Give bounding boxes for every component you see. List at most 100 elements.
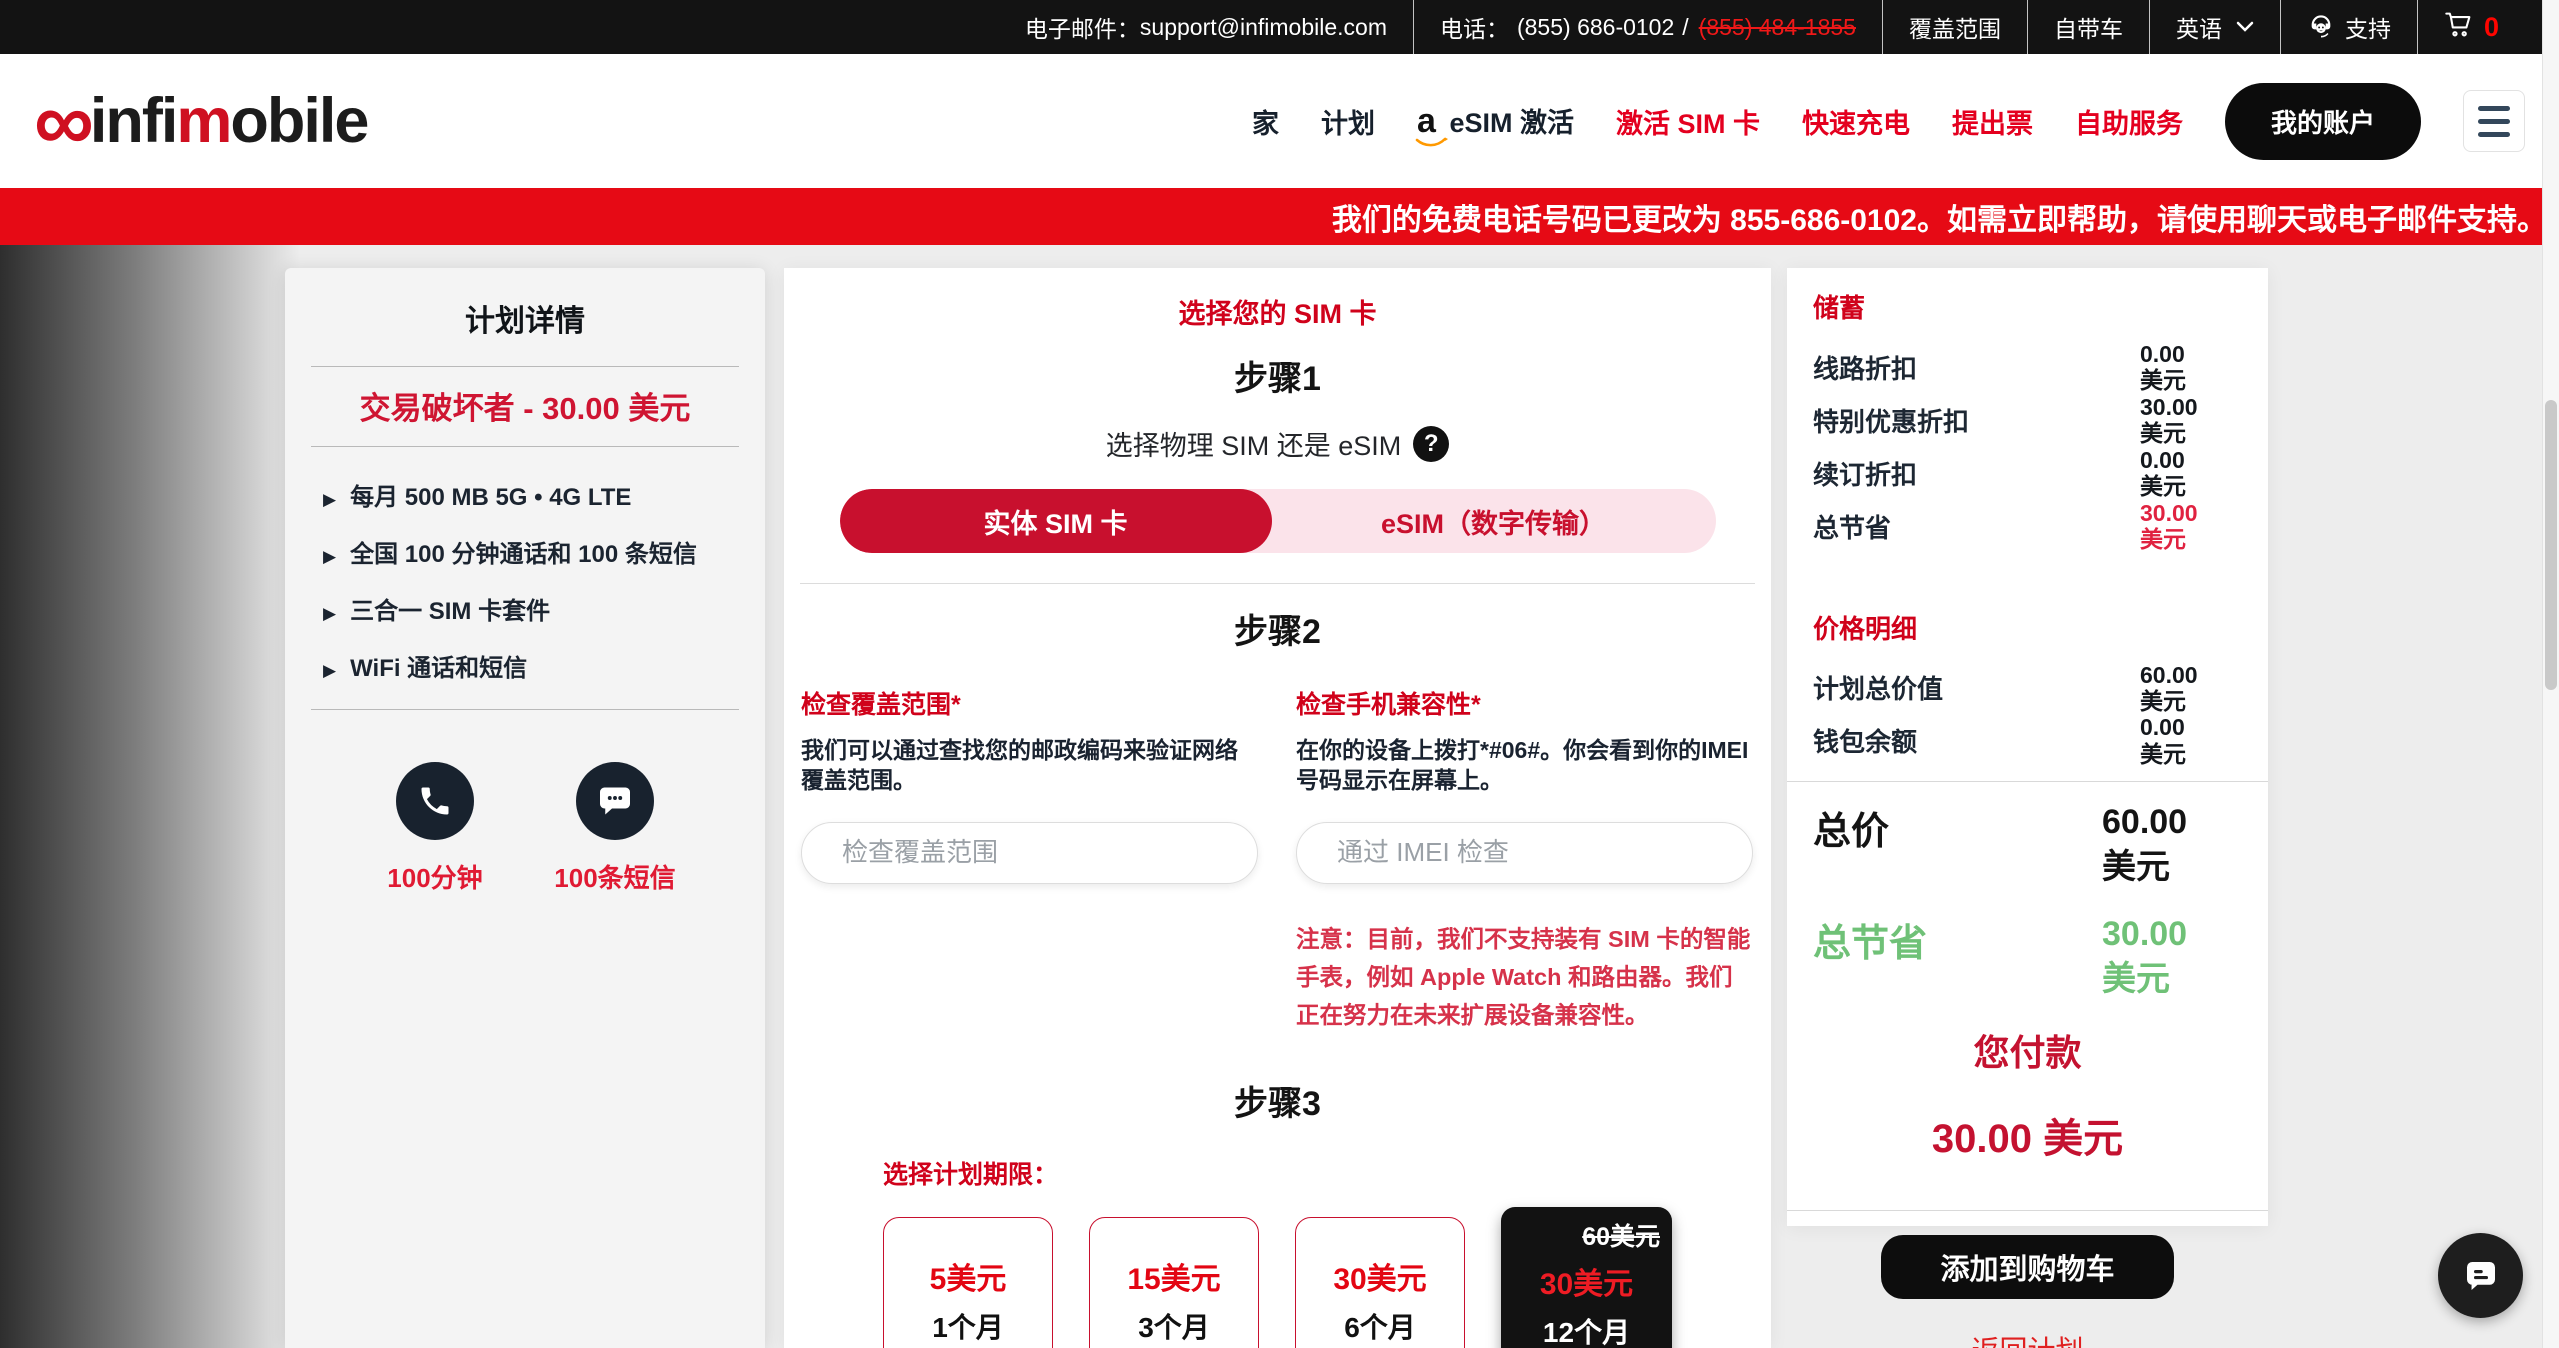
plan-price: 5美元 xyxy=(930,1254,1007,1298)
nav-plans[interactable]: 计划 xyxy=(1321,102,1375,141)
nav-activate-sim[interactable]: 激活 SIM 卡 xyxy=(1616,102,1760,141)
plan-name-price: 交易破坏者 - 30.00 美元 xyxy=(285,383,765,428)
summary-row-total-savings: 总节省 30.00美元 xyxy=(1787,500,2268,553)
divider xyxy=(1787,781,2268,782)
nav-esim-activation[interactable]: a eSIM 激活 xyxy=(1417,101,1574,141)
plan-duration: 12个月 xyxy=(1543,1311,1630,1348)
sms-label: 100条短信 xyxy=(554,858,675,895)
row-value: 30.00美元 xyxy=(2140,394,2218,447)
help-icon[interactable]: ? xyxy=(1413,426,1449,462)
plan-duration-options: 5美元 1个月 15美元 3个月 30美元 6个月 60美元 30美元 12 xyxy=(883,1217,1771,1348)
plan-duration-label: 选择计划期限： xyxy=(883,1155,1771,1191)
language-selector[interactable]: 英语 xyxy=(2149,0,2280,54)
plan-option-1month[interactable]: 5美元 1个月 xyxy=(883,1217,1053,1348)
pricing-title: 价格明细 xyxy=(1787,589,2268,646)
totals-section: 总价 60.00美元 总节省 30.00美元 xyxy=(1787,800,2268,1002)
feature-item: ▶每月 500 MB 5G • 4G LTE xyxy=(323,477,765,512)
chevron-down-icon xyxy=(2236,21,2254,33)
nav-raise-ticket[interactable]: 提出票 xyxy=(1952,102,2033,141)
add-to-cart-button[interactable]: 添加到购物车 xyxy=(1881,1235,2174,1299)
plan-original-price: 60美元 xyxy=(1582,1217,1660,1253)
topbar-link-support[interactable]: 支持 xyxy=(2280,0,2417,54)
nav-quick-recharge[interactable]: 快速充电 xyxy=(1802,102,1910,141)
step3-section: 选择计划期限： 5美元 1个月 15美元 3个月 30美元 6个月 xyxy=(784,1155,1771,1348)
cart-count-badge: 0 xyxy=(2484,12,2499,43)
coverage-description: 我们可以通过查找您的邮政编码来验证网络覆盖范围。 xyxy=(801,735,1258,796)
row-label: 续订折扣 xyxy=(1813,455,2140,492)
total-value: 60.00美元 xyxy=(2102,800,2228,890)
amount: 60.00 xyxy=(2140,662,2218,688)
scrollbar[interactable] xyxy=(2542,0,2559,1348)
nav-home[interactable]: 家 xyxy=(1252,102,1279,141)
triangle-bullet-icon: ▶ xyxy=(323,547,336,567)
row-label: 钱包余额 xyxy=(1813,722,2140,759)
nav-self-service[interactable]: 自助服务 xyxy=(2075,102,2183,141)
step1-subtitle: 选择物理 SIM 还是 eSIM xyxy=(1106,424,1402,463)
summary-row: 线路折扣 0.00美元 xyxy=(1787,341,2268,394)
topbar-link-coverage[interactable]: 覆盖范围 xyxy=(1882,0,2027,54)
logo-text-red: m xyxy=(176,85,230,157)
infimobile-logo[interactable]: ∞infimobile xyxy=(34,85,367,157)
plan-option-3month[interactable]: 15美元 3个月 xyxy=(1089,1217,1259,1348)
scrollbar-thumb[interactable] xyxy=(2545,400,2557,690)
choose-sim-heading: 选择您的 SIM 卡 xyxy=(784,268,1771,331)
divider xyxy=(311,446,739,447)
feature-item: ▶ 全国 100 分钟通话和 100 条短信 xyxy=(323,534,765,569)
cart-icon xyxy=(2444,10,2474,44)
row-label: 总节省 xyxy=(1813,508,2140,545)
amazon-icon: a xyxy=(1417,102,1436,141)
plan-duration: 1个月 xyxy=(932,1306,1004,1346)
chat-widget-button[interactable] xyxy=(2438,1233,2523,1318)
triangle-bullet-icon: ▶ xyxy=(323,661,336,681)
plan-duration: 3个月 xyxy=(1138,1306,1210,1346)
feature-text: 全国 100 分钟通话和 100 条短信 xyxy=(350,534,697,569)
my-account-button[interactable]: 我的账户 xyxy=(2225,83,2421,160)
divider xyxy=(311,709,739,710)
plan-features-list: ▶每月 500 MB 5G • 4G LTE ▶全国 100 分钟通话和 100… xyxy=(323,477,765,683)
step1-title: 步骤1 xyxy=(784,351,1771,400)
phone-current: (855) 686-0102 xyxy=(1517,14,1674,41)
you-pay-label: 您付款 xyxy=(1787,1024,2268,1076)
savings-label: 总节省 xyxy=(1813,912,2102,967)
compatibility-label: 检查手机兼容性* xyxy=(1296,685,1753,721)
amount: 0.00 xyxy=(2140,447,2218,473)
order-summary-panel: 储蓄 线路折扣 0.00美元 特别优惠折扣 30.00美元 续订折扣 0.00美… xyxy=(1787,268,2268,1226)
you-pay-value: 30.00 美元 xyxy=(1787,1106,2268,1164)
header: ∞infimobile 家 计划 a eSIM 激活 激活 SIM 卡 快速充电… xyxy=(0,54,2559,188)
coverage-label: 检查覆盖范围* xyxy=(801,685,1258,721)
amount: 0.00 xyxy=(2140,714,2218,740)
feature-text: WiFi 通话和短信 xyxy=(350,648,527,683)
sms-icon xyxy=(576,762,654,840)
back-to-plans-link[interactable]: 返回计划 xyxy=(1787,1329,2268,1348)
total-label: 总价 xyxy=(1813,800,2102,855)
imei-input[interactable] xyxy=(1296,822,1753,884)
coverage-check-column: 检查覆盖范围* 我们可以通过查找您的邮政编码来验证网络覆盖范围。 xyxy=(801,685,1258,1034)
row-label: 计划总价值 xyxy=(1813,669,2140,706)
divider xyxy=(1787,1210,2268,1211)
minutes-label: 100分钟 xyxy=(387,858,482,895)
support-link-label: 支持 xyxy=(2345,10,2391,44)
byod-link-label: 自带车 xyxy=(2054,10,2123,44)
hamburger-menu-icon[interactable] xyxy=(2463,90,2525,152)
phone-label: 电话： xyxy=(1440,10,1509,44)
step2-grid: 检查覆盖范围* 我们可以通过查找您的邮政编码来验证网络覆盖范围。 检查手机兼容性… xyxy=(784,685,1771,1034)
topbar-link-byod[interactable]: 自带车 xyxy=(2027,0,2149,54)
left-shadow xyxy=(0,245,300,1348)
physical-sim-option[interactable]: 实体 SIM 卡 xyxy=(840,489,1272,553)
plan-option-6month[interactable]: 30美元 6个月 xyxy=(1295,1217,1465,1348)
row-value: 60.00美元 xyxy=(2140,662,2218,715)
topbar-phone[interactable]: 电话： (855) 686-0102 / (855) 484-1855 xyxy=(1413,0,1882,54)
coverage-zip-input[interactable] xyxy=(801,822,1258,884)
cart-button[interactable]: 0 xyxy=(2417,0,2559,54)
total-price-row: 总价 60.00美元 xyxy=(1787,800,2268,890)
page: 电子邮件： support@infimobile.com 电话： (855) 6… xyxy=(0,0,2559,1348)
amount: 30.00 xyxy=(2140,394,2218,420)
feature-text: 每月 500 MB 5G • 4G LTE xyxy=(350,477,631,512)
phone-old-strikethrough: (855) 484-1855 xyxy=(1699,14,1856,41)
plan-sale-price: 30美元 xyxy=(1540,1259,1633,1303)
plan-option-12month-selected[interactable]: 60美元 30美元 12个月 特价 xyxy=(1501,1207,1672,1348)
topbar-email[interactable]: 电子邮件： support@infimobile.com xyxy=(999,0,1413,54)
total-savings-row: 总节省 30.00美元 xyxy=(1787,912,2268,1002)
stat-minutes: 100分钟 xyxy=(345,762,525,895)
esim-option[interactable]: eSIM（数字传输） xyxy=(1272,489,1716,553)
